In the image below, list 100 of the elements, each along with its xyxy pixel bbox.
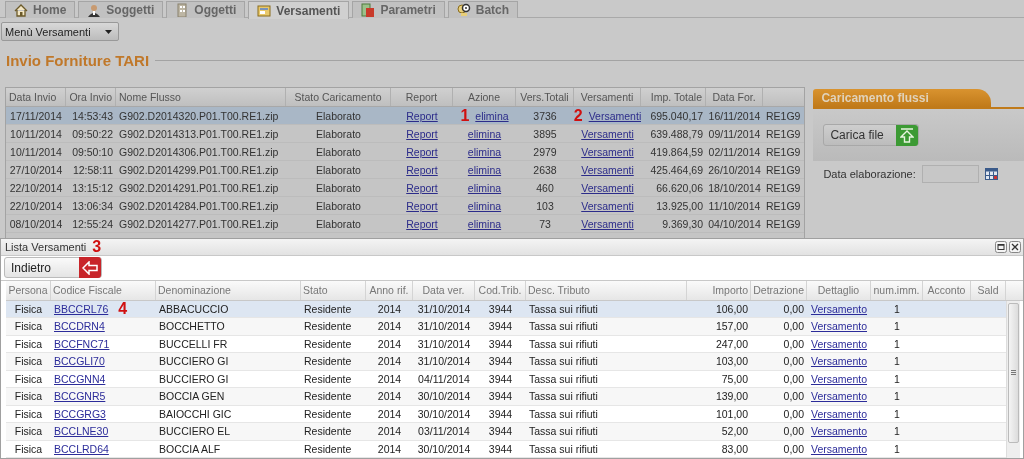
table-cell: Fisica <box>14 337 43 350</box>
link[interactable]: elimina <box>467 145 502 158</box>
column-header[interactable]: Report <box>391 88 453 106</box>
column-header[interactable]: num.imm. <box>871 280 923 300</box>
page-title: Invio Forniture TARI <box>6 51 150 69</box>
table-cell: 0,00 <box>783 355 804 368</box>
column-header[interactable]: Nome Flusso <box>116 88 286 106</box>
link[interactable]: Report <box>406 127 438 140</box>
link[interactable]: Versamento <box>810 355 867 368</box>
back-button[interactable]: Indietro <box>4 257 103 279</box>
column-header[interactable]: Versamenti <box>574 88 641 106</box>
link[interactable]: BCCGNN4 <box>54 372 106 385</box>
table-row[interactable]: Fisica BCCGNR5 BOCCIA GEN Residente 2014 30/10/2014 3944 Tassa sui rifiuti 139,00 0,00 Versamento 1 <box>6 388 1006 406</box>
column-header[interactable]: Stato Caricamento <box>286 88 391 106</box>
link[interactable]: BCCDRN4 <box>54 320 105 333</box>
column-header[interactable]: Imp. Totale <box>641 88 706 106</box>
table-cell: BUCCELLI FR <box>159 337 228 350</box>
table-cell: BOCCIA ALF <box>159 442 221 455</box>
link[interactable]: BCCGLI70 <box>54 355 105 368</box>
link[interactable]: Report <box>406 145 438 158</box>
table-cell: 0,00 <box>783 372 804 385</box>
table-row[interactable]: 22/10/2014 13:15:12 G902.D2014291.P01.T00.RE1.zip Elaborato Report elimina 460 Versamenti 66.620,06 18/10/2014 RE1G9 <box>6 179 805 197</box>
link[interactable]: BCCGNR5 <box>54 390 106 403</box>
link[interactable]: Versamento <box>810 390 867 403</box>
column-header[interactable]: Azione <box>453 88 516 106</box>
upload-button[interactable]: Carica file <box>823 124 919 146</box>
column-header[interactable]: Persona <box>6 280 51 300</box>
tab[interactable]: Versamenti <box>248 1 350 19</box>
link[interactable]: BCCLNE30 <box>54 425 109 438</box>
link[interactable]: Versamenti <box>581 217 634 230</box>
link[interactable]: Report <box>406 109 438 122</box>
maximize-icon[interactable] <box>995 240 1007 253</box>
column-header[interactable]: Sald <box>971 280 1006 300</box>
column-header[interactable]: Denominazione <box>156 280 301 300</box>
table-row[interactable]: Fisica BCCLNE30 BUCCIERO EL Residente 2014 03/11/2014 3944 Tassa sui rifiuti 52,00 0,00 Versamento 1 <box>6 423 1006 441</box>
column-header[interactable]: Data ver. <box>413 280 475 300</box>
column-header[interactable]: Cod.Trib. <box>475 280 526 300</box>
link[interactable]: elimina <box>467 181 502 194</box>
menu-dropdown[interactable]: Menù Versamenti <box>1 22 119 41</box>
column-header[interactable]: Data Invio <box>6 88 66 106</box>
link[interactable]: elimina <box>467 217 502 230</box>
link[interactable]: Versamenti <box>581 127 634 140</box>
table-cell: 09:50:10 <box>72 145 113 158</box>
column-header[interactable]: Codice Fiscale <box>51 280 156 300</box>
link[interactable]: Report <box>406 199 438 212</box>
link[interactable]: Versamenti <box>581 163 634 176</box>
link[interactable]: Versamenti <box>588 109 641 122</box>
table-row[interactable]: 10/11/2014 09:50:10 G902.D2014306.P01.T00.RE1.zip Elaborato Report elimina 2979 Versamenti 419.864,59 02/11/2014 RE1G9 <box>6 143 805 161</box>
table-cell: Elaborato <box>316 217 361 230</box>
link[interactable]: elimina <box>475 109 509 122</box>
table-cell: 247,00 <box>715 337 748 350</box>
link[interactable]: Versamento <box>810 320 867 333</box>
link[interactable]: elimina <box>467 199 502 212</box>
scrollbar[interactable] <box>1006 300 1020 458</box>
table-row[interactable]: 10/11/2014 09:50:22 G902.D2014313.P01.T00.RE1.zip Elaborato Report elimina 3895 Versamenti 639.488,79 09/11/2014 RE1G9 <box>6 125 805 143</box>
column-header[interactable]: Importo <box>687 280 751 300</box>
link[interactable]: Versamenti <box>581 145 634 158</box>
table-row[interactable]: 27/10/2014 12:58:11 G902.D2014299.P01.T00.RE1.zip Elaborato Report elimina 2638 Versamenti 425.464,69 26/10/2014 RE1G9 <box>6 161 805 179</box>
table-cell: 0,00 <box>783 442 804 455</box>
table-row[interactable]: Fisica BCCLRD64 BOCCIA ALF Residente 2014 30/10/2014 3944 Tassa sui rifiuti 83,00 0,00 Versamento 1 <box>6 440 1006 458</box>
link[interactable]: Versamento <box>810 302 867 315</box>
link[interactable]: BCCGRG3 <box>54 407 106 420</box>
calendar-icon <box>984 168 998 180</box>
table-row[interactable]: 17/11/2014 14:53:43 G902.D2014320.P01.T00.RE1.zip Elaborato Report 1 elimina 3736 2 Versamenti 695.040,17 16/11/2014 RE1G9 <box>6 107 805 125</box>
table-row[interactable]: 22/10/2014 13:06:34 G902.D2014284.P01.T00.RE1.zip Elaborato Report elimina 103 Versamenti 13.925,00 11/10/2014 RE1G9 <box>6 197 805 215</box>
column-header[interactable]: Desc. Tributo <box>526 280 687 300</box>
column-header[interactable]: Dettaglio <box>807 280 871 300</box>
table-row[interactable]: Fisica BCCDRN4 BOCCHETTO Residente 2014 31/10/2014 3944 Tassa sui rifiuti 157,00 0,00 Versamento 1 <box>6 318 1006 336</box>
link[interactable]: Versamento <box>810 425 867 438</box>
link[interactable]: Report <box>406 181 438 194</box>
table-cell: ABBACUCCIO <box>159 302 229 315</box>
link[interactable]: Versamenti <box>581 181 634 194</box>
link[interactable]: Versamento <box>810 407 867 420</box>
column-header[interactable]: Vers.Totali <box>516 88 574 106</box>
column-header[interactable]: Stato <box>301 280 366 300</box>
link[interactable]: Report <box>406 217 438 230</box>
column-header[interactable]: Acconto <box>923 280 971 300</box>
link[interactable]: Versamenti <box>581 199 634 212</box>
close-icon[interactable] <box>1009 240 1021 253</box>
link[interactable]: elimina <box>467 163 502 176</box>
link[interactable]: Versamento <box>810 372 867 385</box>
column-header[interactable]: Detrazione <box>751 280 807 300</box>
table-cell: Residente <box>304 442 352 455</box>
link[interactable]: BCCFNC71 <box>54 337 110 350</box>
link[interactable]: BBCCRL76 <box>54 302 109 315</box>
link[interactable]: Versamento <box>810 442 867 455</box>
column-header[interactable]: Ora Invio <box>66 88 116 106</box>
table-cell: Fisica <box>14 372 43 385</box>
table-cell: 1 <box>894 442 900 455</box>
link[interactable]: Versamento <box>810 337 867 350</box>
link[interactable]: BCCLRD64 <box>54 442 109 455</box>
link[interactable]: Report <box>406 163 438 176</box>
table-cell: 157,00 <box>715 320 748 333</box>
table-row[interactable]: Fisica BCCGLI70 BUCCIERO GI Residente 2014 31/10/2014 3944 Tassa sui rifiuti 103,00 0,00 Versamento 1 <box>6 353 1006 371</box>
date-field[interactable] <box>921 165 979 183</box>
table-cell: 0,00 <box>783 320 804 333</box>
link[interactable]: elimina <box>467 127 502 140</box>
column-header[interactable]: Data For. <box>706 88 763 106</box>
table-row[interactable]: 08/10/2014 12:55:24 G902.D2014277.P01.T00.RE1.zip Elaborato Report elimina 73 Versamenti 9.369,30 04/10/2014 RE1G9 <box>6 215 805 233</box>
column-header[interactable]: Anno rif. <box>366 280 413 300</box>
